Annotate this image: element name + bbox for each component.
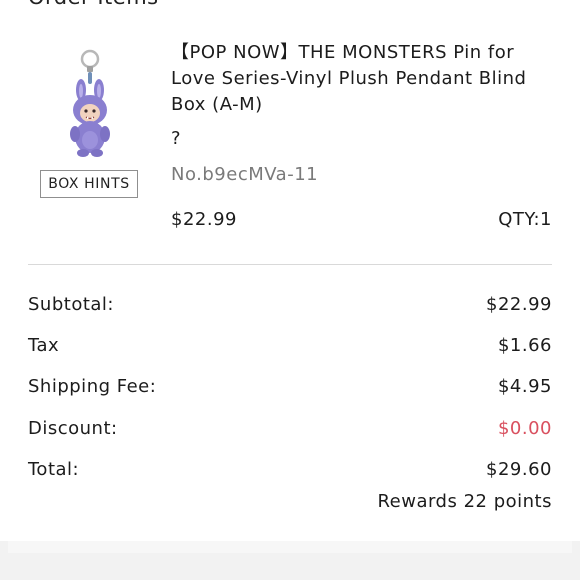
divider xyxy=(28,264,552,265)
total-value: $29.60 xyxy=(486,458,552,480)
subtotal-row: Subtotal: $22.99 xyxy=(28,291,552,317)
total-row: Total: $29.60 xyxy=(28,456,552,482)
shipping-row: Shipping Fee: $4.95 xyxy=(28,373,552,399)
monster-plush-pendant-image xyxy=(70,49,110,157)
order-items-page: Order Items xyxy=(0,0,580,580)
product-variant: ? xyxy=(171,128,181,149)
shipping-label: Shipping Fee: xyxy=(28,375,157,397)
product-name[interactable]: 【POP NOW】THE MONSTERS Pin for Love Serie… xyxy=(171,40,543,118)
discount-label: Discount: xyxy=(28,417,118,439)
section-title: Order Items xyxy=(28,0,159,10)
product-price: $22.99 xyxy=(171,209,237,230)
product-quantity: QTY:1 xyxy=(498,209,552,230)
discount-row: Discount: $0.00 xyxy=(28,415,552,441)
total-label: Total: xyxy=(28,458,80,480)
product-sku: No.b9ecMVa-11 xyxy=(171,164,319,185)
subtotal-value: $22.99 xyxy=(486,293,552,315)
discount-value: $0.00 xyxy=(497,417,552,439)
tax-label: Tax xyxy=(28,334,60,356)
shipping-value: $4.95 xyxy=(497,375,552,397)
subtotal-label: Subtotal: xyxy=(28,293,114,315)
section-separator xyxy=(0,541,580,580)
product-thumbnail[interactable] xyxy=(48,44,140,160)
section-separator-top xyxy=(8,541,572,553)
tax-value: $1.66 xyxy=(497,334,552,356)
box-hints-button[interactable]: BOX HINTS xyxy=(40,170,138,198)
rewards-points: Rewards 22 points xyxy=(377,491,552,512)
tax-row: Tax $1.66 xyxy=(28,332,552,358)
